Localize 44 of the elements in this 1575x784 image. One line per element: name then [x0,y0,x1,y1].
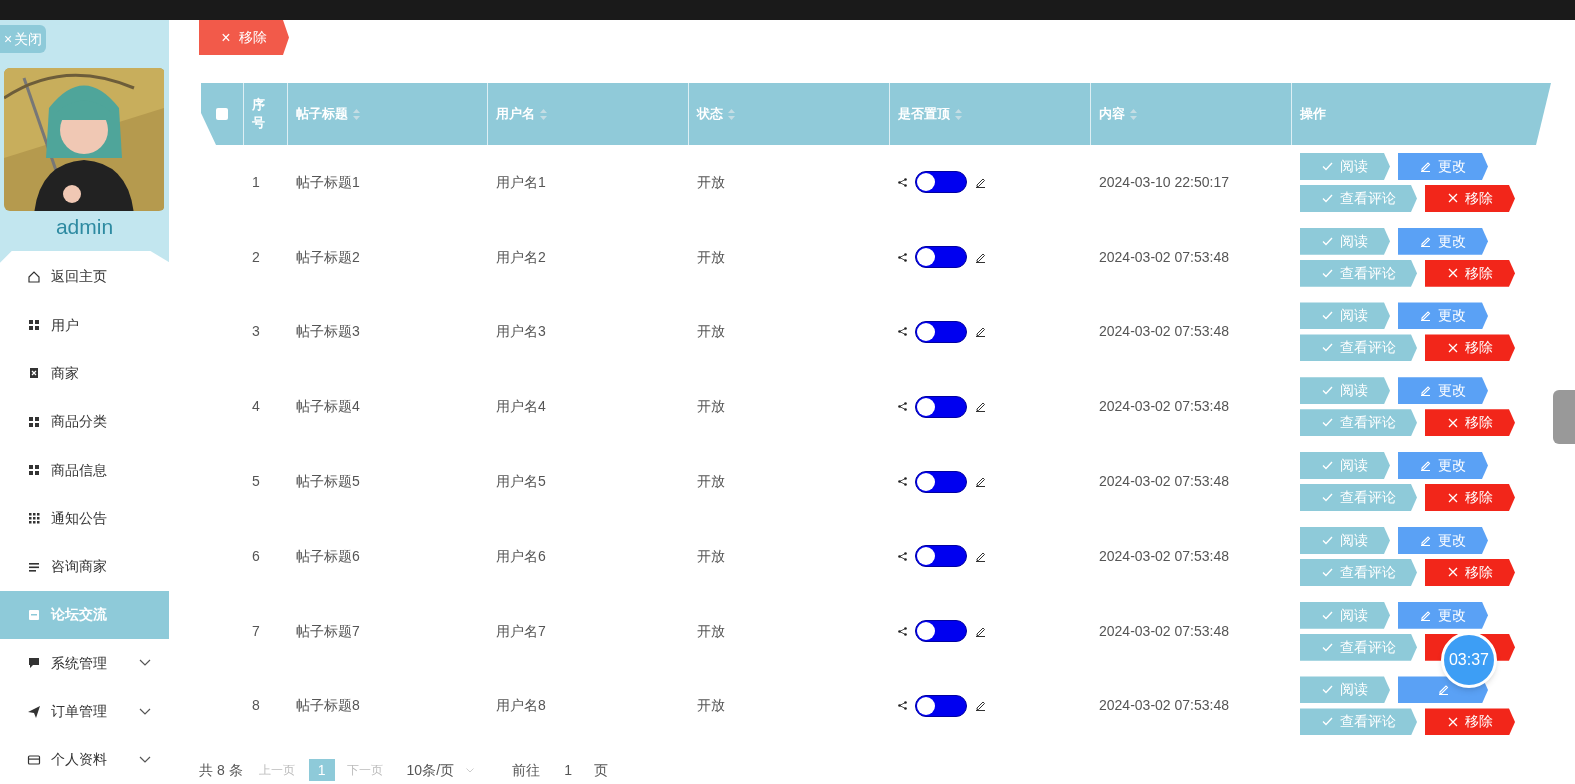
table-cell: 开放 [697,697,725,714]
table-cell: 7 [252,622,260,639]
table-cell: 2024-03-02 07:53:48 [1099,473,1229,490]
table-cell: 用户名2 [496,248,546,265]
table-cell: 用户名4 [496,398,546,415]
table-cell: 2024-03-02 07:53:48 [1099,622,1229,639]
table-cell: 6 [252,547,260,564]
table-cell: 2 [252,248,260,265]
table-cell: 2024-03-02 07:53:48 [1099,248,1229,265]
goto-suffix: 页 [594,760,609,780]
table-cell: 用户名6 [496,547,546,564]
table-cell: 3 [252,323,260,340]
table-cell: 帖子标题3 [296,323,360,340]
table-cell: 用户名5 [496,473,546,490]
table-cell: 帖子标题4 [296,398,360,415]
table-cell: 1 [252,173,260,190]
table-cell: 帖子标题7 [296,622,360,639]
total-count: 共 8 条 [199,760,243,780]
table-cell: 2024-03-02 07:53:48 [1099,547,1229,564]
table-cell: 开放 [697,473,725,490]
table-cell: 开放 [697,622,725,639]
table-cell: 用户名1 [496,173,546,190]
table-cell: 用户名8 [496,697,546,714]
table-cell: 帖子标题5 [296,473,360,490]
username: admin [55,214,114,238]
table-cell: 帖子标题1 [296,173,360,190]
table-cell: 帖子标题6 [296,547,360,564]
table-cell: 开放 [697,547,725,564]
table-cell: 2024-03-02 07:53:48 [1099,323,1229,340]
table-cell: 开放 [697,173,725,190]
table-cell: 2024-03-02 07:53:48 [1099,697,1229,714]
table-cell: 帖子标题8 [296,697,360,714]
table-cell: 帖子标题2 [296,248,360,265]
goto-label: 前往 [512,760,541,780]
table-cell: 开放 [697,248,725,265]
table-cell: 开放 [697,323,725,340]
table-cell: 8 [252,697,260,714]
table-cell: 用户名7 [496,622,546,639]
table-cell: 5 [252,473,260,490]
table-cell: 4 [252,398,260,415]
table-cell: 开放 [697,398,725,415]
table-cell: 2024-03-10 22:50:17 [1099,173,1229,190]
table-cell: 用户名3 [496,323,546,340]
table-cell: 2024-03-02 07:53:48 [1099,398,1229,415]
